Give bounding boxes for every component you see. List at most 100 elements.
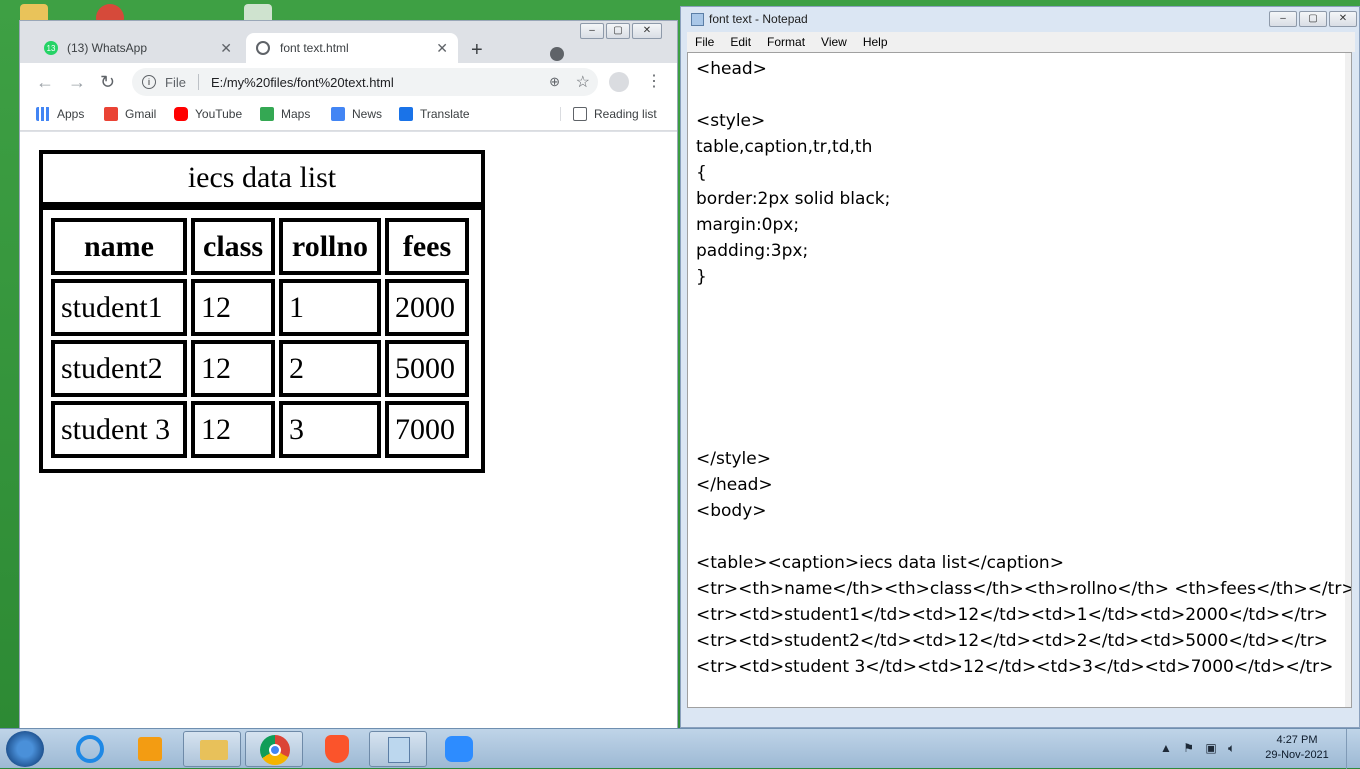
page-content: iecs data list name class rollno fees st…: [20, 132, 677, 729]
tab-whatsapp[interactable]: 13 (13) WhatsApp ✕: [34, 33, 242, 63]
zoom-icon[interactable]: ⊕: [549, 74, 560, 90]
data-cell: 7000: [385, 401, 469, 458]
ie-taskbar-icon[interactable]: [60, 731, 118, 767]
reload-icon[interactable]: ↻: [100, 72, 115, 93]
bookmark-gmail[interactable]: Gmail: [104, 107, 156, 121]
bookmark-apps[interactable]: Apps: [36, 107, 84, 121]
bookmark-translate[interactable]: Translate: [399, 107, 470, 121]
data-cell: student 3: [51, 401, 187, 458]
bookmark-label: YouTube: [195, 107, 243, 121]
notepad-taskbar-icon[interactable]: [369, 731, 427, 767]
editor-line: </style>: [696, 449, 771, 469]
bookmark-youtube[interactable]: YouTube: [174, 107, 242, 121]
bookmark-label: News: [352, 107, 383, 121]
header-cell: class: [191, 218, 275, 275]
scrollbar[interactable]: [1345, 53, 1351, 707]
back-icon[interactable]: ←: [36, 72, 54, 93]
address-url: E:/my%20files/font%20text.html: [210, 74, 394, 90]
translate-icon: [399, 107, 413, 121]
data-cell: 2000: [385, 279, 469, 336]
brave-taskbar-icon[interactable]: [307, 731, 365, 767]
menu-help[interactable]: Help: [863, 35, 888, 49]
reading-list-button[interactable]: Reading list: [560, 107, 657, 121]
maximize-button[interactable]: ▢: [1299, 11, 1327, 27]
data-cell: student2: [51, 340, 187, 397]
clock-time: 4:27 PM: [1276, 734, 1318, 746]
editor-line: border:2px solid black;: [696, 189, 891, 209]
scheme-label: File: [165, 74, 186, 90]
data-cell: 2: [279, 340, 381, 397]
globe-icon: [256, 41, 270, 55]
whatsapp-icon: 13: [44, 41, 58, 55]
menu-file[interactable]: File: [695, 35, 714, 49]
start-button[interactable]: [6, 731, 44, 767]
menu-edit[interactable]: Edit: [730, 35, 751, 49]
news-icon: [331, 107, 345, 121]
flag-icon[interactable]: ⚑: [1183, 741, 1194, 755]
notepad-window-controls: – ▢ ✕: [1269, 11, 1357, 27]
close-tab-icon[interactable]: ✕: [436, 40, 448, 57]
editor-line: <tr><td>student2</td><td>12</td><td>2</t…: [696, 631, 1328, 651]
address-bar[interactable]: i File E:/my%20files/font%20text.html ⊕ …: [132, 68, 598, 96]
menu-bar: File Edit Format View Help: [687, 32, 1355, 52]
editor-line: padding:3px;: [696, 241, 809, 261]
network-icon[interactable]: ▣: [1205, 741, 1216, 755]
header-cell: fees: [385, 218, 469, 275]
chrome-taskbar-icon[interactable]: [245, 731, 303, 767]
tab-search-icon[interactable]: [550, 47, 564, 61]
tab-label: font text.html: [280, 41, 349, 55]
close-tab-icon[interactable]: ✕: [220, 40, 232, 57]
data-cell: 12: [191, 340, 275, 397]
table-caption: iecs data list: [39, 150, 485, 206]
header-cell: name: [51, 218, 187, 275]
bookmark-label: Translate: [420, 107, 470, 121]
notepad-window: font text - Notepad – ▢ ✕ File Edit Form…: [680, 6, 1360, 728]
tab-font-text[interactable]: font text.html ✕: [246, 33, 458, 63]
data-table: name class rollno fees student1 12 1 200…: [39, 206, 485, 473]
show-desktop-button[interactable]: [1346, 729, 1360, 769]
editor-line: }: [696, 267, 707, 287]
new-tab-button[interactable]: +: [471, 39, 483, 62]
bookmarks-bar: Apps Gmail YouTube Maps News Translate R…: [20, 101, 677, 131]
info-icon[interactable]: i: [142, 75, 156, 89]
separator: [197, 74, 199, 90]
menu-view[interactable]: View: [821, 35, 847, 49]
profile-avatar[interactable]: [609, 72, 629, 92]
notepad-icon: [691, 13, 704, 26]
bookmark-maps[interactable]: Maps: [260, 107, 310, 121]
editor-line: <tr><td>student1</td><td>12</td><td>1</t…: [696, 605, 1328, 625]
zoom-taskbar-icon[interactable]: [429, 731, 487, 767]
data-cell: 12: [191, 401, 275, 458]
window-title: font text - Notepad: [709, 12, 808, 26]
text-editor[interactable]: <head> <style> table,caption,tr,td,th {bord…: [687, 52, 1352, 708]
media-player-taskbar-icon[interactable]: [120, 731, 178, 767]
tab-strip: 13 (13) WhatsApp ✕ font text.html ✕ +: [20, 29, 677, 63]
bookmark-news[interactable]: News: [331, 107, 382, 121]
clock[interactable]: 4:27 PM 29-Nov-2021: [1262, 733, 1332, 763]
apps-grid-icon: [36, 107, 50, 121]
minimize-button[interactable]: –: [1269, 11, 1297, 27]
taskbar: ▲ ⚑ ▣ 🔈︎ 4:27 PM 29-Nov-2021: [0, 728, 1360, 769]
data-cell: 3: [279, 401, 381, 458]
editor-line: </head>: [696, 475, 773, 495]
chrome-window: – ▢ ✕ 13 (13) WhatsApp ✕ font text.html …: [19, 20, 678, 729]
editor-line: margin:0px;: [696, 215, 800, 235]
reading-list-icon: [573, 107, 587, 121]
chrome-toolbar: ← → ↻ i File E:/my%20files/font%20text.h…: [20, 63, 677, 101]
volume-icon[interactable]: 🔈︎: [1228, 741, 1235, 755]
forward-icon[interactable]: →: [68, 72, 86, 93]
data-cell: student1: [51, 279, 187, 336]
editor-line: table,caption,tr,td,th: [696, 137, 873, 157]
menu-kebab-icon[interactable]: ⋮: [646, 71, 662, 91]
data-cell: 12: [191, 279, 275, 336]
youtube-icon: [174, 107, 188, 121]
explorer-taskbar-icon[interactable]: [183, 731, 241, 767]
close-window-button[interactable]: ✕: [1329, 11, 1357, 27]
editor-line: {: [696, 163, 707, 183]
menu-format[interactable]: Format: [767, 35, 805, 49]
star-icon[interactable]: ☆: [576, 72, 590, 92]
system-tray: ▲ ⚑ ▣ 🔈︎: [1160, 741, 1235, 756]
editor-line: <style>: [696, 111, 766, 131]
bookmark-label: Gmail: [125, 107, 157, 121]
show-hidden-icons[interactable]: ▲: [1160, 741, 1172, 755]
